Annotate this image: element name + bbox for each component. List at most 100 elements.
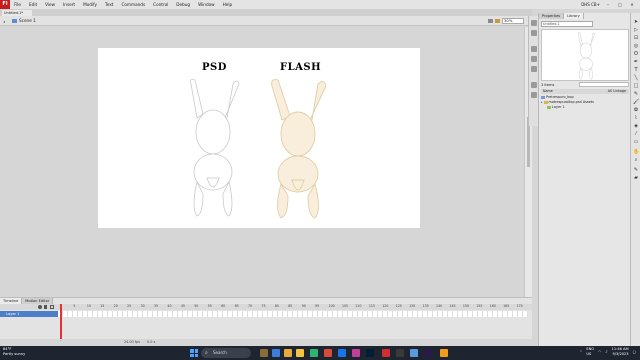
taskbar-clock[interactable]: 11:46 AM 9/3/2023 — [612, 347, 629, 357]
3d-rotation-tool-icon[interactable]: ◎ — [633, 43, 639, 49]
fill-color-icon[interactable]: ▰ — [633, 175, 639, 181]
windows-start-icon[interactable] — [190, 349, 198, 357]
pen-tool-icon[interactable]: ✒ — [633, 59, 639, 65]
playhead[interactable] — [60, 304, 62, 340]
region-code: US — [586, 352, 592, 356]
eyedropper-tool-icon[interactable]: ⁄ — [633, 131, 639, 137]
menu-control[interactable]: Control — [149, 2, 172, 7]
menu-debug[interactable]: Debug — [172, 2, 194, 7]
flash-label: FLASH — [280, 62, 322, 73]
library-search-input[interactable] — [579, 82, 629, 87]
tab-library[interactable]: Library — [564, 13, 584, 19]
selection-tool-icon[interactable]: ➤ — [633, 19, 639, 25]
maximize-button[interactable]: □ — [616, 2, 624, 8]
frame-tick-label: 130 — [409, 304, 416, 308]
text-tool-icon[interactable]: T — [633, 67, 639, 73]
menu-insert[interactable]: Insert — [59, 2, 79, 7]
brush-tool-icon[interactable]: 🖌 — [633, 99, 639, 105]
components-panel-icon[interactable] — [531, 92, 537, 98]
menu-help[interactable]: Help — [219, 2, 237, 7]
taskbar-photoshop-icon[interactable] — [366, 349, 374, 357]
lasso-tool-icon[interactable]: ʘ — [633, 51, 639, 57]
menu-window[interactable]: Window — [194, 2, 219, 7]
volume-icon[interactable]: ♪ — [605, 350, 607, 355]
graphic-symbol-icon — [541, 96, 545, 99]
taskbar-vlc-icon[interactable] — [296, 349, 304, 357]
taskbar-search[interactable]: ⌕ Search — [201, 348, 251, 358]
rectangle-tool-icon[interactable]: □ — [633, 83, 639, 89]
bone-tool-icon[interactable]: ⌇ — [633, 115, 639, 121]
taskbar-app-icon[interactable] — [310, 349, 318, 357]
workspace-switcher[interactable]: DHS CB+ — [581, 2, 600, 7]
layer-row[interactable]: Layer 1 — [0, 311, 58, 317]
library-item[interactable]: Layer 1 — [541, 105, 629, 110]
library-document-select[interactable]: Untitled-1 — [541, 21, 593, 27]
fps-readout[interactable]: 24.00 fps — [124, 340, 140, 344]
timeline-panel: Timeline Motion Editor 15101520253035404… — [0, 297, 532, 346]
frame-tick-label: 35 — [154, 304, 159, 308]
close-button[interactable]: ✕ — [628, 2, 636, 8]
taskbar-app-icon[interactable] — [396, 349, 404, 357]
code-snippets-icon[interactable] — [531, 82, 537, 88]
eraser-tool-icon[interactable]: ▭ — [633, 139, 639, 145]
menu-view[interactable]: View — [41, 2, 59, 7]
swatches-panel-icon[interactable] — [531, 30, 537, 36]
pencil-tool-icon[interactable]: ✎ — [633, 91, 639, 97]
menu-text[interactable]: Text — [101, 2, 117, 7]
transform-panel-icon[interactable] — [531, 66, 537, 72]
tray-chevron-icon[interactable]: ⌃ — [579, 350, 582, 355]
taskbar-app-icon[interactable] — [272, 349, 280, 357]
tab-properties[interactable]: Properties — [539, 13, 565, 19]
taskbar-app-icon[interactable] — [440, 349, 448, 357]
deco-tool-icon[interactable]: ✿ — [633, 107, 639, 113]
taskbar-app-icon[interactable] — [338, 349, 346, 357]
edit-symbol-icon[interactable] — [495, 19, 500, 23]
free-transform-tool-icon[interactable]: ⊡ — [633, 35, 639, 41]
column-name[interactable]: Name — [543, 89, 553, 94]
taskbar-after-effects-icon[interactable] — [424, 349, 432, 357]
frame-tick-label: 115 — [368, 304, 375, 308]
eye-icon[interactable] — [38, 305, 42, 309]
taskbar-flash-icon[interactable] — [382, 349, 390, 357]
frame-tick-label: 65 — [234, 304, 239, 308]
menu-bar: Fl File Edit View Insert Modify Text Com… — [0, 0, 640, 9]
frame-tick-label: 120 — [382, 304, 389, 308]
outline-icon[interactable] — [50, 305, 54, 309]
zoom-tool-icon[interactable]: ⌕ — [633, 157, 639, 163]
lock-icon[interactable] — [44, 305, 47, 309]
info-panel-icon[interactable] — [531, 56, 537, 62]
color-panel-icon[interactable] — [531, 20, 537, 26]
wifi-icon[interactable]: ◠ — [598, 350, 601, 355]
menu-file[interactable]: File — [10, 2, 25, 7]
align-panel-icon[interactable] — [531, 46, 537, 52]
taskbar-app-icon[interactable] — [410, 349, 418, 357]
edit-scene-icon[interactable] — [488, 19, 493, 23]
hand-tool-icon[interactable]: ✋ — [633, 149, 639, 155]
frame-ruler[interactable]: 1510152025303540455055606570758085909510… — [58, 304, 528, 310]
language-indicator[interactable]: ENG US — [586, 347, 594, 357]
scene-breadcrumb[interactable]: Scene 1 — [12, 18, 36, 24]
timeline-status: 24.00 fps 0.0 s — [0, 339, 532, 346]
weather-widget[interactable]: 84°F Partly sunny — [3, 347, 25, 357]
zoom-field[interactable]: 30% — [502, 18, 524, 24]
minimize-button[interactable]: – — [604, 2, 612, 8]
menu-commands[interactable]: Commands — [117, 2, 149, 7]
line-tool-icon[interactable]: ╲ — [633, 75, 639, 81]
subselection-tool-icon[interactable]: ▷ — [633, 27, 639, 33]
taskbar-file-explorer-icon[interactable] — [260, 349, 268, 357]
menu-edit[interactable]: Edit — [25, 2, 41, 7]
psd-bear-drawing[interactable] — [183, 78, 243, 218]
taskbar-chrome-icon[interactable] — [324, 349, 332, 357]
menu-modify[interactable]: Modify — [79, 2, 101, 7]
taskbar-app-icon[interactable] — [284, 349, 292, 357]
taskbar-app-icon[interactable] — [352, 349, 360, 357]
notification-icon[interactable]: ▢ — [633, 350, 636, 355]
frames-row[interactable] — [58, 311, 528, 317]
flash-bear-drawing[interactable] — [266, 78, 330, 220]
paint-bucket-tool-icon[interactable]: ◈ — [633, 123, 639, 129]
clock-date: 9/3/2023 — [612, 352, 629, 356]
stage[interactable]: PSD FLASH — [98, 48, 420, 228]
back-arrow-icon[interactable]: ◂ — [3, 19, 5, 24]
stroke-color-icon[interactable]: ✎ — [633, 167, 639, 173]
column-linkage[interactable]: AS Linkage — [608, 89, 626, 94]
